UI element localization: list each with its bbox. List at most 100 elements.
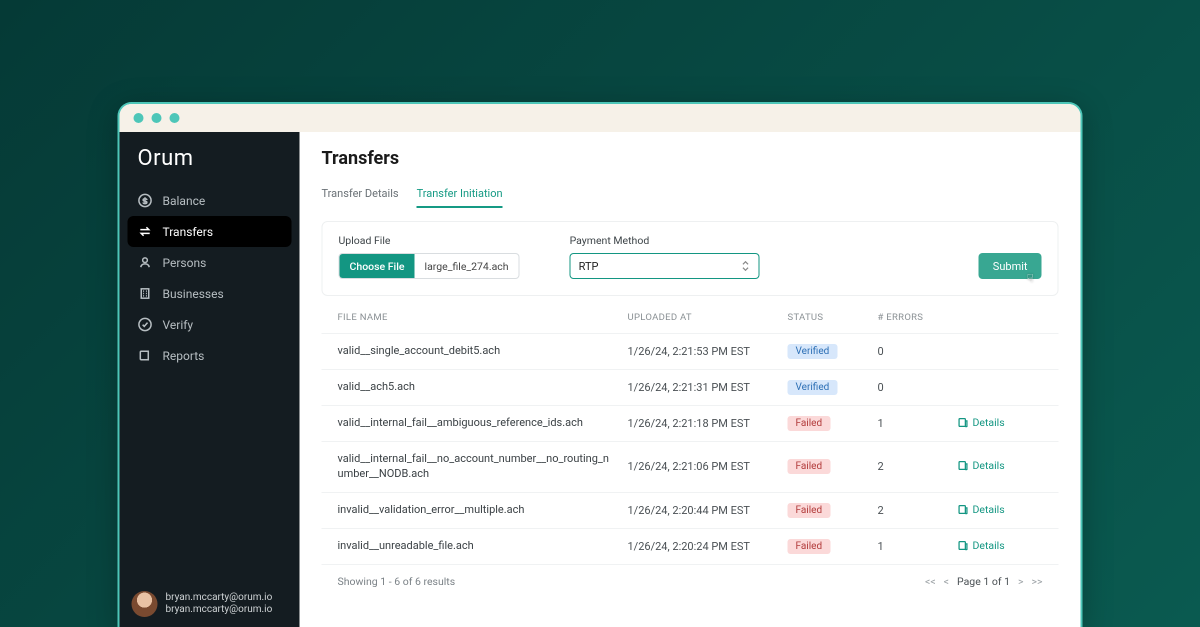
avatar <box>132 591 158 617</box>
cell-file-name: invalid__unreadable_file.ach <box>338 539 628 554</box>
status-badge: Failed <box>788 459 831 474</box>
sidebar-nav: Balance Transfers Persons Businesses Verify R… <box>120 181 300 375</box>
main-content: Transfers Transfer DetailsTransfer Initi… <box>300 132 1081 627</box>
status-badge: Failed <box>788 503 831 518</box>
upload-file-label: Upload File <box>339 234 520 247</box>
status-badge: Verified <box>788 380 838 395</box>
status-badge: Failed <box>788 416 831 431</box>
table-row: invalid__unreadable_file.ach1/26/24, 2:2… <box>322 528 1059 564</box>
sidebar-item-label: Transfers <box>163 225 214 239</box>
sidebar-item-label: Businesses <box>163 287 224 301</box>
th-uploaded-at: UPLOADED AT <box>628 312 788 323</box>
status-badge: Verified <box>788 344 838 359</box>
details-link[interactable]: Details <box>958 503 1005 516</box>
cell-status: Failed <box>788 539 878 554</box>
sidebar-item-transfers[interactable]: Transfers <box>128 216 292 247</box>
table-row: invalid__validation_error__multiple.ach1… <box>322 492 1059 528</box>
cell-file-name: invalid__validation_error__multiple.ach <box>338 503 628 518</box>
swap-icon <box>138 224 153 239</box>
sidebar-item-reports[interactable]: Reports <box>128 340 292 371</box>
sidebar-item-label: Reports <box>163 349 205 363</box>
pagination-prev[interactable]: < <box>944 575 949 588</box>
cell-status: Failed <box>788 503 878 518</box>
pagination-page-label: Page 1 of 1 <box>957 575 1010 588</box>
cell-file-name: valid__ach5.ach <box>338 380 628 395</box>
cell-status: Verified <box>788 380 878 395</box>
submit-button[interactable]: Submit ☟ <box>979 253 1042 279</box>
details-link[interactable]: Details <box>958 416 1005 429</box>
payment-method-select[interactable]: RTP <box>570 253 760 279</box>
tab-transfer-initiation[interactable]: Transfer Initiation <box>417 187 503 208</box>
sidebar-user[interactable]: bryan.mccarty@orum.io bryan.mccarty@orum… <box>120 581 300 627</box>
sidebar-item-balance[interactable]: Balance <box>128 185 292 216</box>
user-info: bryan.mccarty@orum.io bryan.mccarty@orum… <box>166 592 273 617</box>
pagination-last[interactable]: >> <box>1032 575 1043 588</box>
th-errors: # ERRORS <box>878 312 958 323</box>
th-status: STATUS <box>788 312 878 323</box>
cell-errors: 1 <box>878 540 958 553</box>
cell-uploaded-at: 1/26/24, 2:20:44 PM EST <box>628 504 788 517</box>
sidebar: Orum Balance Transfers Persons Businesses Ve… <box>120 132 300 627</box>
sidebar-item-businesses[interactable]: Businesses <box>128 278 292 309</box>
uploads-table: FILE NAME UPLOADED AT STATUS # ERRORS va… <box>322 302 1059 598</box>
window-titlebar <box>120 104 1081 132</box>
th-file-name: FILE NAME <box>338 312 628 323</box>
submit-button-label: Submit <box>993 260 1028 273</box>
cell-errors: 1 <box>878 417 958 430</box>
payment-method-field: Payment Method RTP <box>570 234 760 279</box>
cell-errors: 0 <box>878 345 958 358</box>
cell-uploaded-at: 1/26/24, 2:20:24 PM EST <box>628 540 788 553</box>
dollar-icon <box>138 193 153 208</box>
person-icon <box>138 255 153 270</box>
sidebar-item-label: Persons <box>163 256 207 270</box>
details-link[interactable]: Details <box>958 459 1005 472</box>
cell-status: Failed <box>788 459 878 474</box>
tab-transfer-details[interactable]: Transfer Details <box>322 187 399 208</box>
window-dot <box>134 113 144 123</box>
check-circle-icon <box>138 317 153 332</box>
cell-file-name: valid__internal_fail__no_account_number_… <box>338 452 628 482</box>
pagination: Showing 1 - 6 of 6 results << < Page 1 o… <box>322 564 1059 598</box>
pagination-summary: Showing 1 - 6 of 6 results <box>338 575 456 588</box>
pagination-first[interactable]: << <box>925 575 936 588</box>
sidebar-item-label: Verify <box>163 318 194 332</box>
cell-status: Failed <box>788 416 878 431</box>
user-secondary: bryan.mccarty@orum.io <box>166 604 273 617</box>
details-link[interactable]: Details <box>958 539 1005 552</box>
window-dot <box>170 113 180 123</box>
sidebar-item-verify[interactable]: Verify <box>128 309 292 340</box>
cell-errors: 2 <box>878 504 958 517</box>
status-badge: Failed <box>788 539 831 554</box>
file-input[interactable]: Choose File large_file_274.ach <box>339 253 520 279</box>
sidebar-item-persons[interactable]: Persons <box>128 247 292 278</box>
user-display-name: bryan.mccarty@orum.io <box>166 592 273 605</box>
cell-file-name: valid__internal_fail__ambiguous_referenc… <box>338 416 628 431</box>
window-dot <box>152 113 162 123</box>
app-window: Orum Balance Transfers Persons Businesses Ve… <box>118 102 1083 627</box>
cell-errors: 0 <box>878 381 958 394</box>
table-row: valid__internal_fail__no_account_number_… <box>322 441 1059 492</box>
table-row: valid__internal_fail__ambiguous_referenc… <box>322 405 1059 441</box>
upload-file-field: Upload File Choose File large_file_274.a… <box>339 234 520 279</box>
select-chevron-icon <box>741 260 751 272</box>
table-row: valid__single_account_debit5.ach1/26/24,… <box>322 333 1059 369</box>
table-row: valid__ach5.ach1/26/24, 2:21:31 PM ESTVe… <box>322 369 1059 405</box>
pagination-next[interactable]: > <box>1018 575 1024 588</box>
cursor-icon: ☟ <box>1027 272 1034 285</box>
cell-uploaded-at: 1/26/24, 2:21:31 PM EST <box>628 381 788 394</box>
cell-uploaded-at: 1/26/24, 2:21:06 PM EST <box>628 460 788 473</box>
tabs: Transfer Details Transfer Initiation <box>322 187 1059 209</box>
choose-file-button[interactable]: Choose File <box>340 254 415 278</box>
building-icon <box>138 286 153 301</box>
brand-logo: Orum <box>120 132 300 181</box>
cell-errors: 2 <box>878 460 958 473</box>
table-header-row: FILE NAME UPLOADED AT STATUS # ERRORS <box>322 302 1059 333</box>
selected-file-name: large_file_274.ach <box>415 254 519 278</box>
cell-file-name: valid__single_account_debit5.ach <box>338 344 628 359</box>
sidebar-item-label: Balance <box>163 194 206 208</box>
payment-method-label: Payment Method <box>570 234 760 247</box>
cell-uploaded-at: 1/26/24, 2:21:18 PM EST <box>628 417 788 430</box>
payment-method-value: RTP <box>579 260 599 273</box>
cell-uploaded-at: 1/26/24, 2:21:53 PM EST <box>628 345 788 358</box>
book-icon <box>138 348 153 363</box>
